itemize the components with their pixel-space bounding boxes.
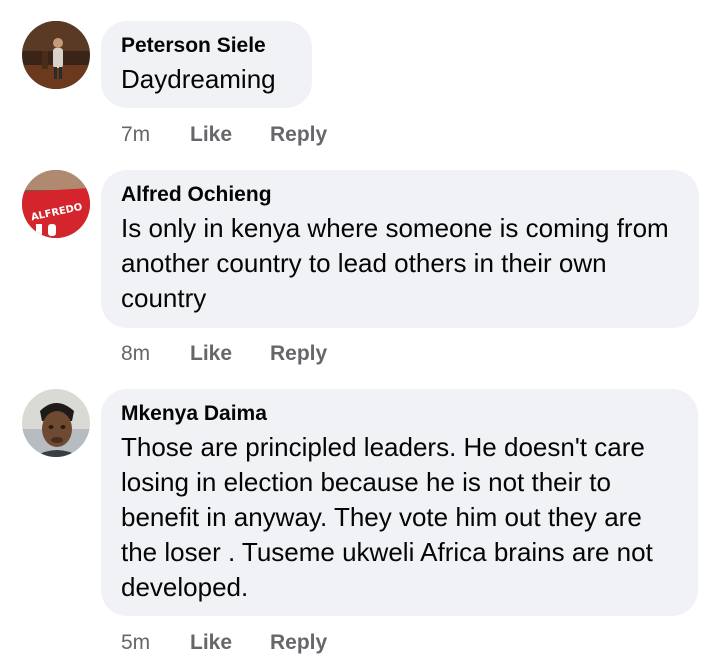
avatar[interactable]: [22, 21, 90, 89]
comment-text: Those are principled leaders. He doesn't…: [121, 432, 653, 602]
comment-actions: 8m Like Reply: [121, 341, 327, 367]
comment-actions: 5m Like Reply: [121, 630, 327, 656]
reply-button[interactable]: Reply: [270, 630, 327, 656]
profile-photo-icon: ALFREDO: [22, 170, 90, 238]
avatar[interactable]: [22, 389, 90, 457]
like-button[interactable]: Like: [190, 630, 270, 656]
like-button[interactable]: Like: [190, 122, 270, 148]
like-button[interactable]: Like: [190, 341, 270, 367]
comment-timestamp[interactable]: 8m: [121, 341, 190, 367]
reply-button[interactable]: Reply: [270, 341, 327, 367]
comment-author[interactable]: Peterson Siele: [121, 33, 292, 59]
comment-bubble: Mkenya Daima Those are principled leader…: [101, 389, 698, 616]
profile-photo-icon: [22, 21, 90, 89]
reply-button[interactable]: Reply: [270, 122, 327, 148]
comment-timestamp[interactable]: 5m: [121, 630, 190, 656]
comment-timestamp[interactable]: 7m: [121, 122, 190, 148]
comment-bubble: Alfred Ochieng Is only in kenya where so…: [101, 170, 699, 328]
profile-photo-icon: [22, 389, 90, 457]
avatar[interactable]: ALFREDO: [22, 170, 90, 238]
comment-bubble: Peterson Siele Daydreaming: [101, 21, 312, 108]
comment-text: Is only in kenya where someone is coming…: [121, 213, 669, 313]
comment-author[interactable]: Alfred Ochieng: [121, 182, 679, 208]
comment-text: Daydreaming: [121, 64, 276, 94]
comment-actions: 7m Like Reply: [121, 122, 327, 148]
comment-author[interactable]: Mkenya Daima: [121, 401, 678, 427]
